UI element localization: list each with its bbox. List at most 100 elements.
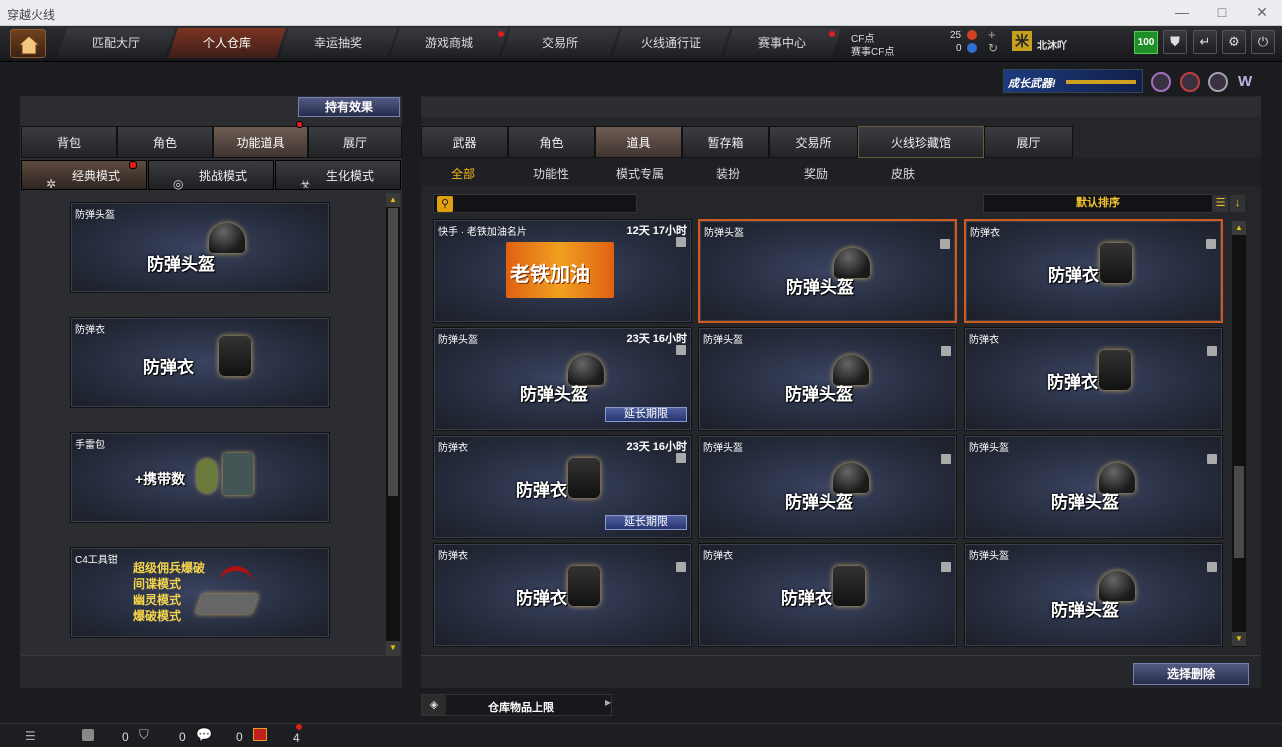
maximize-icon[interactable]: □: [1202, 0, 1242, 26]
extend-term-button[interactable]: 延长期限: [605, 515, 687, 530]
tab-showroom[interactable]: 展厅: [308, 126, 402, 158]
card-title: 防弹衣: [143, 358, 194, 377]
nav-tab-shop[interactable]: 游戏商城: [390, 28, 508, 58]
tab-items[interactable]: 道具: [595, 126, 682, 158]
back-icon[interactable]: ↵: [1193, 30, 1217, 54]
friends-icon[interactable]: [82, 729, 94, 741]
grid-item-card[interactable]: 防弹头盔 防弹头盔: [698, 327, 957, 431]
left-scroll-thumb[interactable]: [388, 208, 398, 496]
right-scroll-down[interactable]: ▼: [1232, 632, 1246, 646]
shield-icon[interactable]: ⛊: [1163, 30, 1187, 54]
grid-item-card[interactable]: 防弹头盔 23天 16小时 防弹头盔 延长期限: [433, 327, 692, 431]
left-card[interactable]: 手雷包 +携带数: [70, 432, 330, 523]
gift-icon[interactable]: [253, 728, 267, 741]
right-scroll-thumb[interactable]: [1234, 466, 1244, 558]
warehouse-limit-bar[interactable]: ◈ 仓库物品上限 ▶: [421, 694, 612, 716]
shield-status-icon[interactable]: ⛉: [139, 727, 149, 743]
home-button[interactable]: [10, 29, 46, 58]
nav-tab-pass[interactable]: 火线通行证: [612, 28, 730, 58]
grid-item-card[interactable]: 防弹衣 防弹衣: [964, 219, 1223, 323]
helmet-icon: [209, 223, 245, 253]
gear-icon[interactable]: ⚙: [1222, 30, 1246, 54]
select-delete-button[interactable]: 选择删除: [1133, 663, 1249, 685]
mode-zombie[interactable]: ☣ 生化模式: [275, 160, 401, 191]
shield-count: 0: [179, 730, 186, 744]
tab-storage[interactable]: 暂存箱: [682, 126, 769, 158]
left-scroll-down[interactable]: ▼: [386, 641, 400, 655]
tab-exchange[interactable]: 交易所: [769, 126, 858, 158]
right-scrollbar[interactable]: [1232, 221, 1246, 647]
subtab-all[interactable]: 全部: [451, 165, 475, 182]
grid-item-card[interactable]: 防弹头盔 防弹头盔: [698, 435, 957, 539]
right-scroll-up[interactable]: ▲: [1232, 221, 1246, 235]
hold-effect-button[interactable]: 持有效果: [298, 97, 400, 117]
nav-tab-match[interactable]: 匹配大厅: [57, 28, 175, 58]
grid-item-card[interactable]: 防弹头盔 防弹头盔: [698, 219, 957, 323]
grid-item-card[interactable]: 防弹头盔 防弹头盔: [964, 543, 1223, 647]
vest-icon: [219, 336, 251, 376]
tab-weapons[interactable]: 武器: [421, 126, 508, 158]
extend-term-button[interactable]: 延长期限: [605, 407, 687, 422]
vest-icon: [1099, 350, 1131, 390]
grid-item-card[interactable]: 防弹衣 防弹衣: [698, 543, 957, 647]
grid-item-card[interactable]: 快手 · 老铁加油名片 12天 17小时 老铁加油: [433, 219, 692, 323]
tab-backpack[interactable]: 背包: [21, 126, 117, 158]
subtab-mode-exclusive[interactable]: 模式专属: [616, 165, 664, 182]
lock-icon[interactable]: [941, 454, 951, 464]
lock-icon[interactable]: [940, 239, 950, 249]
left-card[interactable]: C4工具钳 超级佣兵爆破 间谍模式 幽灵模式 爆破模式: [70, 547, 330, 638]
c4-mode-line: 超级佣兵爆破: [133, 561, 206, 575]
sort-dropdown[interactable]: 默认排序: [983, 194, 1213, 213]
refresh-icon[interactable]: ↻: [988, 41, 998, 55]
lock-icon[interactable]: [1207, 346, 1217, 356]
menu-list-icon[interactable]: ☰: [25, 729, 36, 743]
globe-icon[interactable]: [1180, 72, 1200, 92]
tab-collection[interactable]: 火线珍藏馆: [858, 126, 984, 158]
minimize-icon[interactable]: —: [1162, 0, 1202, 26]
lock-icon[interactable]: [941, 562, 951, 572]
add-cf-icon[interactable]: +: [988, 27, 996, 42]
w-logo-icon[interactable]: W: [1238, 73, 1252, 90]
grid-item-card[interactable]: 防弹头盔 防弹头盔: [964, 435, 1223, 539]
nav-tab-warehouse[interactable]: 个人仓库: [168, 28, 286, 58]
lock-icon[interactable]: [676, 237, 686, 247]
c4-mode-line: 爆破模式: [133, 609, 182, 623]
grid-item-card[interactable]: 防弹衣 防弹衣: [964, 327, 1223, 431]
lock-icon[interactable]: [941, 346, 951, 356]
left-scroll-up[interactable]: ▲: [386, 193, 400, 207]
subtab-dressup[interactable]: 装扮: [716, 165, 740, 182]
tab-characters[interactable]: 角色: [508, 126, 595, 158]
nav-tab-lottery[interactable]: 幸运抽奖: [279, 28, 397, 58]
chat-icon[interactable]: 💬: [196, 727, 212, 743]
tab-character[interactable]: 角色: [117, 126, 213, 158]
nav-tab-events[interactable]: 赛事中心: [723, 28, 841, 58]
grid-item-card[interactable]: 防弹衣 防弹衣: [433, 543, 692, 647]
mode-zombie-label: 生化模式: [326, 169, 375, 183]
tab-function-items[interactable]: 功能道具: [213, 126, 308, 158]
subtab-skins[interactable]: 皮肤: [891, 165, 915, 182]
growth-weapon-banner[interactable]: 成长武器!: [1003, 69, 1143, 93]
badge-v-icon[interactable]: [1151, 72, 1171, 92]
lock-icon[interactable]: [1206, 239, 1216, 249]
tab-showroom-right[interactable]: 展厅: [984, 126, 1073, 158]
sort-order-icon[interactable]: ↓: [1230, 195, 1245, 212]
list-view-icon[interactable]: ☰: [1213, 195, 1228, 212]
c4-mode-line: 幽灵模式: [133, 593, 182, 607]
search-input[interactable]: [456, 195, 634, 212]
search-box[interactable]: ⚲: [433, 194, 637, 213]
lock-icon[interactable]: [676, 345, 686, 355]
subtab-functional[interactable]: 功能性: [533, 165, 569, 182]
burst-icon[interactable]: [1208, 72, 1228, 92]
left-card[interactable]: 防弹头盔 防弹头盔: [70, 202, 330, 293]
lock-icon[interactable]: [1207, 454, 1217, 464]
mode-challenge[interactable]: ◎ 挑战模式: [148, 160, 274, 191]
left-card[interactable]: 防弹衣 防弹衣: [70, 317, 330, 408]
subtab-rewards[interactable]: 奖励: [804, 165, 828, 182]
power-icon[interactable]: ⏻: [1251, 30, 1275, 54]
nav-tab-exchange[interactable]: 交易所: [501, 28, 619, 58]
lock-icon[interactable]: [1207, 562, 1217, 572]
grid-item-card[interactable]: 防弹衣 23天 16小时 防弹衣 延长期限: [433, 435, 692, 539]
lock-icon[interactable]: [676, 562, 686, 572]
lock-icon[interactable]: [676, 453, 686, 463]
close-icon[interactable]: ✕: [1242, 0, 1282, 26]
